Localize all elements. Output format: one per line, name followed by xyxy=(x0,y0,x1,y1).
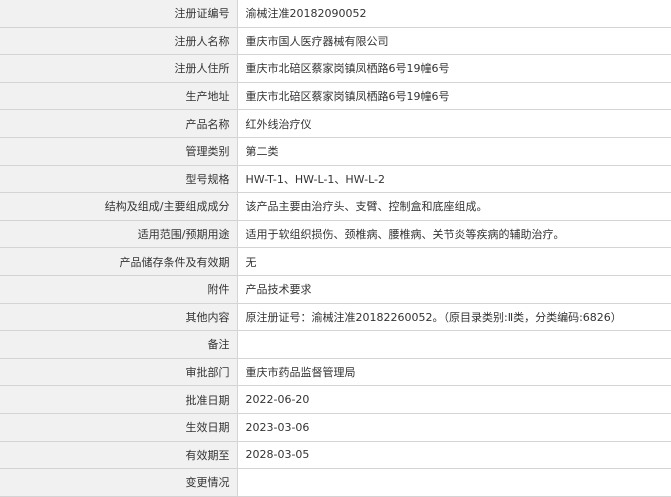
row-label: 注册人名称 xyxy=(0,26,238,56)
row-value: 产品技术要求 xyxy=(237,274,671,304)
table-row-approval-department: 审批部门 重庆市药品监督管理局 xyxy=(0,357,671,387)
table-row-effective-date: 生效日期 2023-03-06 xyxy=(0,412,671,442)
row-label: 产品储存条件及有效期 xyxy=(0,247,238,276)
row-label: 生产地址 xyxy=(0,81,238,111)
row-value: 2028-03-05 xyxy=(237,440,671,470)
table-row-approval-date: 批准日期 2022-06-20 xyxy=(0,385,671,414)
table-row-storage-validity: 产品储存条件及有效期 无 xyxy=(0,247,671,276)
row-value: 红外线治疗仪 xyxy=(237,109,671,138)
table-row-valid-until: 有效期至 2028-03-05 xyxy=(0,440,671,470)
row-value: 2023-03-06 xyxy=(237,412,671,442)
row-value: 重庆市北碚区蔡家岗镇凤栖路6号19幢6号 xyxy=(237,81,671,111)
row-label: 注册人住所 xyxy=(0,54,238,83)
row-value: 第二类 xyxy=(237,136,671,166)
row-label: 注册证编号 xyxy=(0,0,238,28)
row-value: HW-T-1、HW-L-1、HW-L-2 xyxy=(237,164,671,194)
row-label: 变更情况 xyxy=(0,468,238,497)
row-label: 适用范围/预期用途 xyxy=(0,219,238,249)
row-label: 附件 xyxy=(0,274,238,304)
row-label: 管理类别 xyxy=(0,136,238,166)
row-label: 产品名称 xyxy=(0,109,238,138)
registration-details-table: 注册证编号 渝械注准20182090052 注册人名称 重庆市国人医疗器械有限公… xyxy=(0,0,671,497)
row-label: 有效期至 xyxy=(0,440,238,470)
table-row-registrant-address: 注册人住所 重庆市北碚区蔡家岗镇凤栖路6号19幢6号 xyxy=(0,54,671,83)
row-value: 该产品主要由治疗头、支臂、控制盒和底座组成。 xyxy=(237,192,671,221)
table-row-model-spec: 型号规格 HW-T-1、HW-L-1、HW-L-2 xyxy=(0,164,671,194)
row-label: 其他内容 xyxy=(0,302,238,332)
row-label: 备注 xyxy=(0,330,238,359)
row-label: 批准日期 xyxy=(0,385,238,414)
row-value: 2022-06-20 xyxy=(237,385,671,414)
table-row-product-name: 产品名称 红外线治疗仪 xyxy=(0,109,671,138)
row-label: 审批部门 xyxy=(0,357,238,387)
row-value: 重庆市北碚区蔡家岗镇凤栖路6号19幢6号 xyxy=(237,54,671,83)
table-row-registrant-name: 注册人名称 重庆市国人医疗器械有限公司 xyxy=(0,26,671,56)
table-row-production-address: 生产地址 重庆市北碚区蔡家岗镇凤栖路6号19幢6号 xyxy=(0,81,671,111)
row-label: 结构及组成/主要组成成分 xyxy=(0,192,238,221)
table-row-structure-composition: 结构及组成/主要组成成分 该产品主要由治疗头、支臂、控制盒和底座组成。 xyxy=(0,192,671,221)
table-row-certificate-number: 注册证编号 渝械注准20182090052 xyxy=(0,0,671,28)
table-row-attachment: 附件 产品技术要求 xyxy=(0,274,671,304)
row-value: 原注册证号：渝械注准20182260052。（原目录类别:Ⅱ类，分类编码:682… xyxy=(237,302,671,332)
table-row-change-history: 变更情况 xyxy=(0,468,671,497)
row-value: 重庆市国人医疗器械有限公司 xyxy=(237,26,671,56)
table-row-remarks: 备注 xyxy=(0,330,671,359)
table-row-management-class: 管理类别 第二类 xyxy=(0,136,671,166)
registration-certificate-sheet: 注册证编号 渝械注准20182090052 注册人名称 重庆市国人医疗器械有限公… xyxy=(0,0,671,497)
row-value: 无 xyxy=(237,247,671,276)
row-value: 渝械注准20182090052 xyxy=(237,0,671,28)
row-value xyxy=(237,468,671,497)
row-label: 生效日期 xyxy=(0,412,238,442)
row-value xyxy=(237,330,671,359)
table-row-other-content: 其他内容 原注册证号：渝械注准20182260052。（原目录类别:Ⅱ类，分类编… xyxy=(0,302,671,332)
row-value: 适用于软组织损伤、颈椎病、腰椎病、关节炎等疾病的辅助治疗。 xyxy=(237,219,671,249)
row-label: 型号规格 xyxy=(0,164,238,194)
table-row-intended-use: 适用范围/预期用途 适用于软组织损伤、颈椎病、腰椎病、关节炎等疾病的辅助治疗。 xyxy=(0,219,671,249)
row-value: 重庆市药品监督管理局 xyxy=(237,357,671,387)
